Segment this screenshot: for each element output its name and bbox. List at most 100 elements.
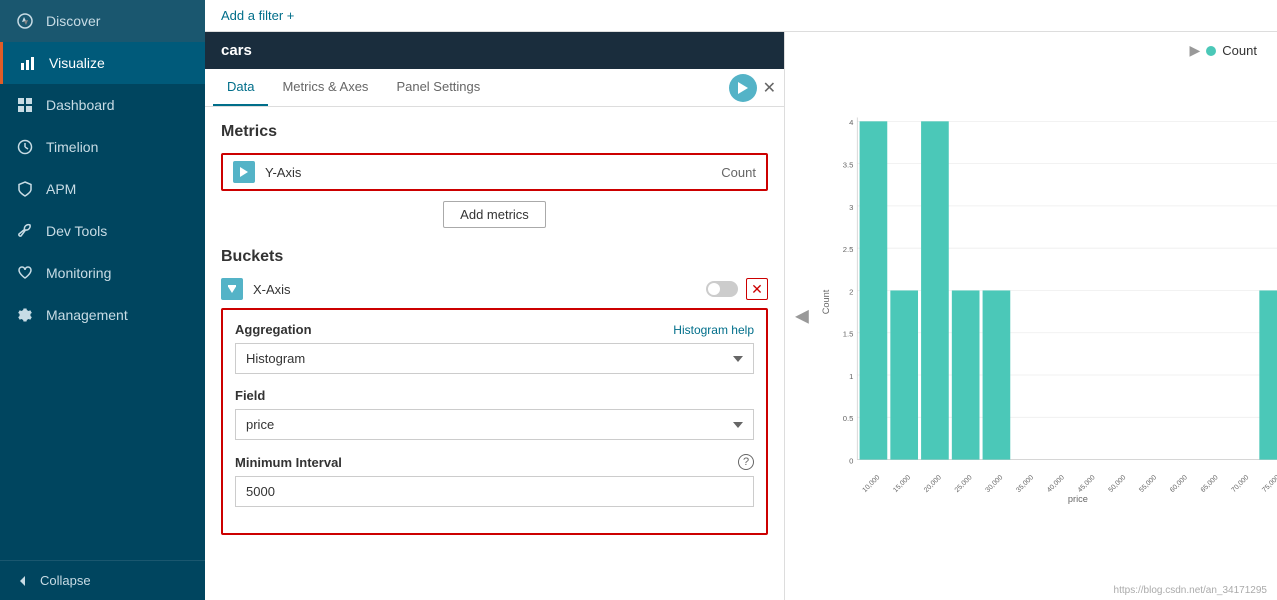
svg-text:65,000: 65,000 — [1200, 474, 1220, 494]
aggregation-label: Aggregation — [235, 322, 312, 337]
aggregation-row-header: Aggregation Histogram help — [235, 322, 754, 337]
y-axis-chart-label: Count — [821, 289, 831, 314]
add-metrics-button[interactable]: Add metrics — [443, 201, 546, 228]
svg-text:35,000: 35,000 — [1015, 474, 1035, 494]
sidebar-item-monitoring[interactable]: Monitoring — [0, 252, 205, 294]
histogram-help-link[interactable]: Histogram help — [673, 323, 754, 337]
sidebar-item-label-monitoring: Monitoring — [46, 265, 111, 281]
compass-icon — [16, 12, 34, 30]
close-panel-button[interactable]: ✕ — [763, 78, 776, 98]
svg-text:60,000: 60,000 — [1169, 474, 1189, 494]
collapse-label: Collapse — [40, 573, 91, 588]
svg-text:30,000: 30,000 — [984, 474, 1004, 494]
toggle-switch-inner[interactable] — [706, 281, 738, 297]
svg-text:2: 2 — [849, 287, 853, 296]
svg-text:20,000: 20,000 — [923, 474, 943, 494]
buckets-section-title: Buckets — [221, 248, 768, 266]
filter-bar: Add a filter + — [205, 0, 1277, 32]
config-scroll-wrapper[interactable]: Metrics Y-Axis Count Add metrics Buckets — [205, 107, 784, 600]
panel-tabs: Data Metrics & Axes Panel Settings ✕ — [205, 69, 784, 107]
svg-text:50,000: 50,000 — [1107, 474, 1127, 494]
svg-text:45,000: 45,000 — [1077, 474, 1097, 494]
svg-text:3: 3 — [849, 203, 853, 212]
svg-text:15,000: 15,000 — [892, 474, 912, 494]
bucket-config-section: Aggregation Histogram help Histogram Fie… — [221, 308, 768, 535]
run-button[interactable] — [729, 74, 757, 102]
tab-panel-settings[interactable]: Panel Settings — [382, 69, 494, 106]
minimum-interval-label: Minimum Interval — [235, 455, 342, 470]
wrench-icon — [16, 222, 34, 240]
svg-text:40,000: 40,000 — [1046, 474, 1066, 494]
sidebar-item-label-management: Management — [46, 307, 128, 323]
svg-text:25,000: 25,000 — [954, 474, 974, 494]
sidebar-item-dashboard[interactable]: Dashboard — [0, 84, 205, 126]
url-bar: https://blog.csdn.net/an_34171295 — [1114, 585, 1267, 596]
tab-metrics-axes[interactable]: Metrics & Axes — [268, 69, 382, 106]
clock-icon — [16, 138, 34, 156]
sidebar-item-label-apm: APM — [46, 181, 76, 197]
svg-text:0: 0 — [849, 456, 853, 465]
svg-text:55,000: 55,000 — [1138, 474, 1158, 494]
sidebar-item-discover[interactable]: Discover — [0, 0, 205, 42]
svg-text:0.5: 0.5 — [843, 414, 854, 423]
sidebar-item-label-discover: Discover — [46, 13, 100, 29]
svg-text:price: price — [1068, 494, 1088, 504]
heart-icon — [16, 264, 34, 282]
metrics-section-title: Metrics — [221, 123, 768, 141]
svg-text:2.5: 2.5 — [843, 245, 854, 254]
play-icon-small — [240, 167, 248, 177]
panel-title-bar: cars — [205, 32, 784, 69]
sidebar-item-timelion[interactable]: Timelion — [0, 126, 205, 168]
sidebar-item-label-dashboard: Dashboard — [46, 97, 115, 113]
minimum-interval-input[interactable] — [235, 476, 754, 507]
svg-text:4: 4 — [849, 118, 854, 127]
x-axis-label: X-Axis — [253, 282, 706, 297]
sidebar-item-label-timelion: Timelion — [46, 139, 98, 155]
tab-data[interactable]: Data — [213, 69, 268, 106]
sidebar-item-label-devtools: Dev Tools — [46, 223, 107, 239]
panel-title: cars — [221, 42, 252, 59]
svg-text:70,000: 70,000 — [1230, 474, 1250, 494]
main-content: Add a filter + cars Data Metrics & Axes … — [205, 0, 1277, 600]
sidebar-item-devtools[interactable]: Dev Tools — [0, 210, 205, 252]
histogram-chart: Count 0 0.5 1 1.5 2 2.5 3 3.5 4 — [815, 42, 1277, 562]
chart-nav-left-button[interactable]: ◀ — [795, 306, 809, 327]
field-row: Field price — [235, 388, 754, 440]
y-axis-label: Y-Axis — [265, 165, 721, 180]
sidebar-item-apm[interactable]: APM — [0, 168, 205, 210]
minimum-interval-row-header: Minimum Interval ? — [235, 454, 754, 470]
delete-bucket-button[interactable]: ✕ — [746, 278, 768, 300]
sidebar-item-management[interactable]: Management — [0, 294, 205, 336]
shield-icon — [16, 180, 34, 198]
sidebar-item-label-visualize: Visualize — [49, 55, 105, 71]
y-axis-value: Count — [721, 165, 756, 180]
aggregation-select[interactable]: Histogram — [235, 343, 754, 374]
help-icon[interactable]: ? — [738, 454, 754, 470]
add-filter-label: Add a filter + — [221, 8, 294, 23]
svg-text:10,000: 10,000 — [861, 474, 881, 494]
field-select[interactable]: price — [235, 409, 754, 440]
svg-text:1: 1 — [849, 372, 853, 381]
svg-text:3.5: 3.5 — [843, 160, 854, 169]
chart-area: ◀ ▶ Count Count 0 0.5 1 1.5 2 2.5 3 3.5 … — [785, 32, 1277, 600]
play-icon — [738, 82, 748, 94]
sidebar-collapse-btn[interactable]: Collapse — [0, 560, 205, 600]
panel-area: cars Data Metrics & Axes Panel Settings … — [205, 32, 1277, 600]
panel-tab-actions: ✕ — [729, 74, 776, 102]
field-label: Field — [235, 388, 265, 403]
field-row-header: Field — [235, 388, 754, 403]
bar-chart-icon — [19, 54, 37, 72]
y-axis-toggle[interactable] — [233, 161, 255, 183]
svg-text:1.5: 1.5 — [843, 330, 854, 339]
bucket-toggle-switch[interactable] — [706, 281, 738, 297]
sidebar-item-visualize[interactable]: Visualize — [0, 42, 205, 84]
x-axis-toggle[interactable] — [221, 278, 243, 300]
grid-icon — [16, 96, 34, 114]
add-filter-button[interactable]: Add a filter + — [221, 8, 294, 23]
buckets-section: Buckets X-Axis ✕ — [221, 248, 768, 535]
left-panel: cars Data Metrics & Axes Panel Settings … — [205, 32, 785, 600]
svg-text:75,000: 75,000 — [1261, 474, 1277, 494]
chevron-left-icon — [16, 574, 30, 588]
sidebar: Discover Visualize Dashboard Timelion AP… — [0, 0, 205, 600]
minimum-interval-row: Minimum Interval ? — [235, 454, 754, 507]
